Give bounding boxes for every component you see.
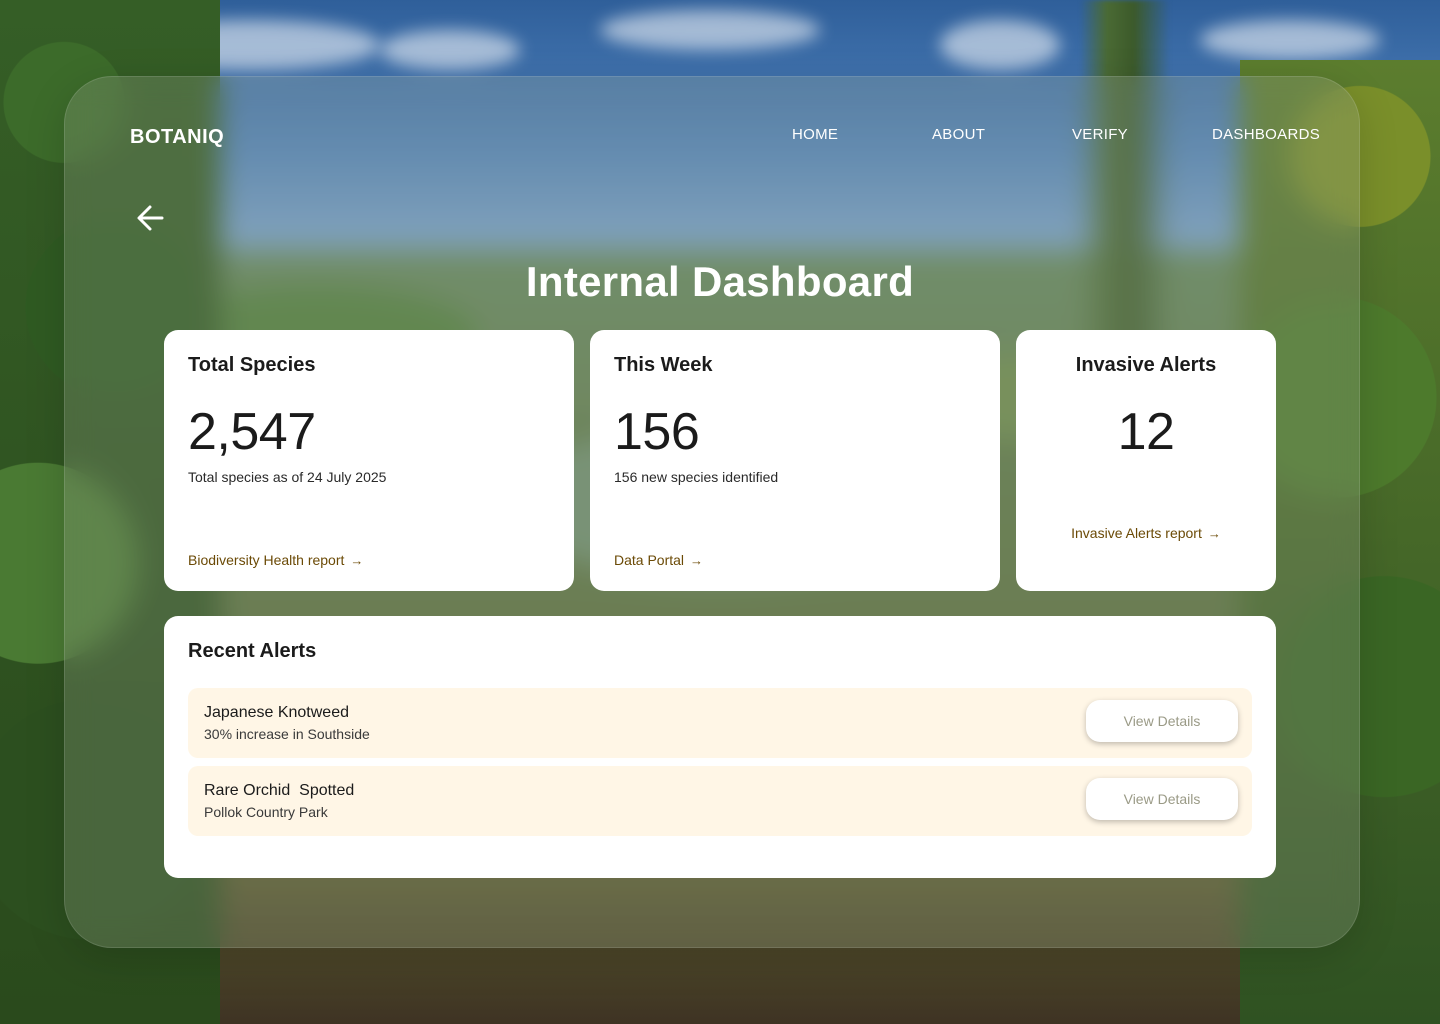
card-total-species: Total Species 2,547 Total species as of … (164, 330, 574, 591)
data-portal-link[interactable]: Data Portal → (614, 552, 703, 568)
arrow-left-icon (137, 205, 164, 231)
arrow-right-icon: → (1207, 526, 1221, 541)
card-subtitle: 156 new species identified (614, 469, 779, 485)
view-details-button[interactable]: View Details (1086, 700, 1238, 742)
link-label: Data Portal (614, 552, 685, 568)
card-this-week: This Week 156 156 new species identified… (590, 330, 1000, 591)
alert-name: Japanese Knotweed (204, 704, 349, 721)
top-nav: HOME ABOUT VERIFY DASHBOARDS (0, 126, 1440, 150)
card-title: Total Species (188, 354, 316, 376)
recent-alerts-heading: Recent Alerts (188, 640, 317, 662)
card-value: 12 (1117, 403, 1175, 461)
view-details-button[interactable]: View Details (1086, 778, 1238, 820)
recent-alerts-panel: Recent Alerts Japanese Knotweed 30% incr… (164, 616, 1276, 878)
alert-row: Japanese Knotweed 30% increase in Souths… (188, 688, 1252, 758)
nav-home[interactable]: HOME (792, 126, 838, 143)
back-button[interactable] (134, 202, 166, 234)
nav-dashboards[interactable]: DASHBOARDS (1212, 126, 1320, 143)
card-subtitle: Total species as of 24 July 2025 (188, 469, 387, 485)
nav-verify[interactable]: VERIFY (1072, 126, 1128, 143)
alert-row: Rare Orchid Spotted Pollok Country Park … (188, 766, 1252, 836)
card-invasive-alerts: Invasive Alerts 12 Invasive Alerts repor… (1016, 330, 1276, 591)
arrow-right-icon: → (350, 553, 364, 568)
card-value: 2,547 (188, 403, 316, 461)
nav-about[interactable]: ABOUT (932, 126, 985, 143)
alert-detail: 30% increase in Southside (204, 726, 370, 742)
page-title: Internal Dashboard (525, 258, 915, 305)
biodiversity-report-link[interactable]: Biodiversity Health report → (188, 552, 363, 568)
link-label: Biodiversity Health report (188, 552, 345, 568)
invasive-alerts-report-link[interactable]: Invasive Alerts report → (1016, 525, 1276, 541)
link-label: Invasive Alerts report (1071, 525, 1202, 541)
card-title: This Week (614, 354, 713, 376)
card-value: 156 (614, 403, 700, 461)
alert-detail: Pollok Country Park (204, 804, 328, 820)
alert-name: Rare Orchid Spotted (204, 782, 355, 799)
arrow-right-icon: → (690, 553, 704, 568)
card-title: Invasive Alerts (1075, 354, 1217, 376)
